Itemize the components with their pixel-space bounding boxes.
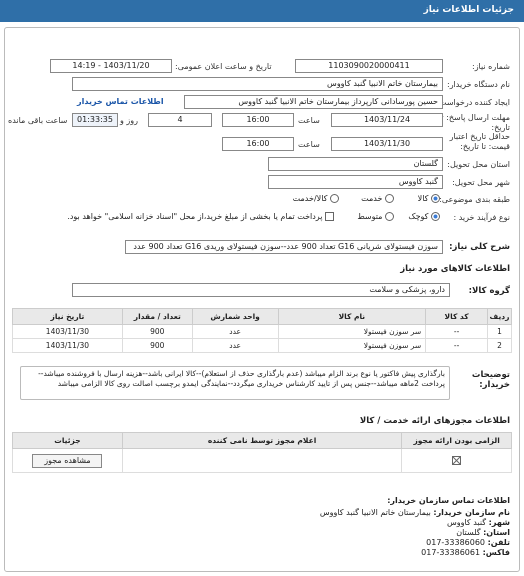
goods-table-header: ردیف کد کالا نام کالا واحد شمارش تعداد /… [12, 308, 512, 325]
cell-unit: عدد [191, 324, 279, 339]
validity-time-label: ساعت [298, 140, 320, 149]
validity-date-field: 1403/11/30 [331, 137, 443, 151]
goods-table: ردیف کد کالا نام کالا واحد شمارش تعداد /… [12, 308, 512, 353]
contact-phone: تلفن: 017-33386060 [426, 538, 510, 547]
radio-icon [431, 194, 440, 203]
unchecked-box-icon [452, 456, 462, 466]
permits-table-header: الزامی بودن ارائه مجوز اعلام مجوز توسط ن… [12, 432, 512, 449]
cross-mark [452, 456, 461, 465]
cell-qty: 900 [121, 324, 193, 339]
remaining-label: ساعت باقی مانده [8, 116, 68, 125]
checkbox-icon [325, 212, 334, 221]
cell-date: 1403/11/30 [12, 324, 123, 339]
view-permit-button[interactable]: مشاهده مجوز [32, 453, 103, 468]
treasury-payment-option[interactable]: پرداخت تمام یا بخشی از مبلغ خرید،از محل … [67, 212, 334, 221]
cell-index: 1 [487, 324, 512, 339]
permits-table: الزامی بودن ارائه مجوز اعلام مجوز توسط ن… [12, 432, 512, 473]
cell-index: 2 [487, 338, 512, 353]
col-date: تاریخ نیاز [12, 308, 123, 325]
col-declared: اعلام مجوز توسط نامی کننده [121, 432, 403, 449]
process-option-medium[interactable]: متوسط [357, 212, 394, 221]
buyer-label: نام دستگاه خریدار: [447, 80, 510, 89]
category-option-goods-service[interactable]: کالا/خدمت [293, 194, 339, 203]
col-index: ردیف [487, 308, 512, 325]
deadline-label-date: تاریخ: [491, 123, 510, 132]
validity-label-1: حداقل تاریخ اعتبار [449, 132, 510, 141]
cell-name: سر سوزن فیستولا [277, 324, 427, 339]
col-details: جزئیات [12, 432, 123, 449]
validity-time-field: 16:00 [222, 137, 294, 151]
cell-code: -- [425, 324, 489, 339]
summary-field: سوزن فیستولای شریانی G16 تعداد 900 عدد--… [125, 240, 443, 254]
goods-section-title: اطلاعات کالاهای مورد نیاز [400, 264, 510, 274]
buyer-notes-label: توضیحات خریدار: [471, 370, 510, 390]
col-required: الزامی بودن ارائه مجوز [401, 432, 512, 449]
buyer-field: بیمارستان خاتم الانبیا گنبد کاووس [72, 77, 443, 91]
page-header: جزئیات اطلاعات نیاز [0, 0, 524, 22]
cell-name: سر سوزن فیستولا [277, 338, 427, 353]
category-label: طبقه بندی موضوعی: [439, 195, 510, 204]
contact-section-title: اطلاعات تماس سازمان خریدار: [387, 496, 510, 505]
days-remaining-field: 4 [148, 113, 212, 127]
days-label: روز و [120, 116, 138, 125]
province-field: گلستان [268, 157, 443, 171]
contact-city: شهر: گنبد کاووس [447, 518, 510, 527]
buyer-notes-box: بارگذاری پیش فاکتور یا نوع برند الزام می… [20, 366, 450, 400]
validity-label-2: قیمت: تا تاریخ: [460, 142, 510, 151]
table-row: 2 -- سر سوزن فیستولا عدد 900 1403/11/30 [12, 338, 512, 353]
col-code: کد کالا [425, 308, 489, 325]
category-option-goods[interactable]: کالا [418, 194, 440, 203]
city-field: گنبد کاووس [268, 175, 443, 189]
contact-org: نام سازمان خریدار: بیمارستان خاتم الانبی… [319, 508, 510, 517]
radio-icon [330, 194, 339, 203]
buyer-contact-link[interactable]: اطلاعات تماس خریدار [77, 97, 164, 106]
col-unit: واحد شمارش [191, 308, 279, 325]
remaining-time-field: 01:33:35 [72, 113, 118, 127]
cell-declared [121, 448, 403, 473]
table-row: مشاهده مجوز [12, 448, 512, 473]
goods-group-label: گروه کالا: [468, 286, 510, 296]
cell-unit: عدد [191, 338, 279, 353]
city-label: شهر محل تحویل: [452, 178, 510, 187]
cell-details: مشاهده مجوز [12, 448, 123, 473]
cell-qty: 900 [121, 338, 193, 353]
cell-required [401, 448, 512, 473]
goods-group-field: دارو، پزشکی و سلامت [72, 283, 450, 297]
radio-icon [385, 194, 394, 203]
need-number-field: 1103090020000411 [295, 59, 443, 73]
cell-date: 1403/11/30 [12, 338, 123, 353]
announce-field: 1403/11/20 - 14:19 [50, 59, 172, 73]
announce-label: تاریخ و ساعت اعلان عمومی: [175, 62, 272, 71]
deadline-date-field: 1403/11/24 [331, 113, 443, 127]
table-row: 1 -- سر سوزن فیستولا عدد 900 1403/11/30 [12, 324, 512, 339]
col-name: نام کالا [277, 308, 427, 325]
creator-label: ایجاد کننده درخواست: [436, 98, 510, 107]
creator-field: حسین پورسادانی کارپرداز بیمارستان خاتم ا… [184, 95, 443, 109]
col-qty: تعداد / مقدار [121, 308, 193, 325]
deadline-time-label: ساعت [298, 116, 320, 125]
page-title: جزئیات اطلاعات نیاز [423, 5, 514, 15]
deadline-time-field: 16:00 [222, 113, 294, 127]
process-label: نوع فرآیند خرید : [453, 213, 510, 222]
category-option-service[interactable]: خدمت [361, 194, 394, 203]
cell-code: -- [425, 338, 489, 353]
need-number-label: شماره نیاز: [472, 62, 510, 71]
radio-icon [431, 212, 440, 221]
contact-fax: فاکس: 017-33386061 [421, 548, 510, 557]
summary-label: شرح کلی نیاز: [449, 242, 510, 252]
deadline-label: مهلت ارسال پاسخ: تا [438, 113, 510, 122]
contact-section: اطلاعات تماس سازمان خریدار: نام سازمان خ… [290, 496, 510, 558]
radio-icon [385, 212, 394, 221]
permits-section-title: اطلاعات مجوزهای ارائه خدمت / کالا [359, 416, 510, 426]
process-option-small[interactable]: کوچک [408, 212, 440, 221]
province-label: استان محل تحویل: [447, 160, 510, 169]
contact-province: استان: گلستان [456, 528, 510, 537]
